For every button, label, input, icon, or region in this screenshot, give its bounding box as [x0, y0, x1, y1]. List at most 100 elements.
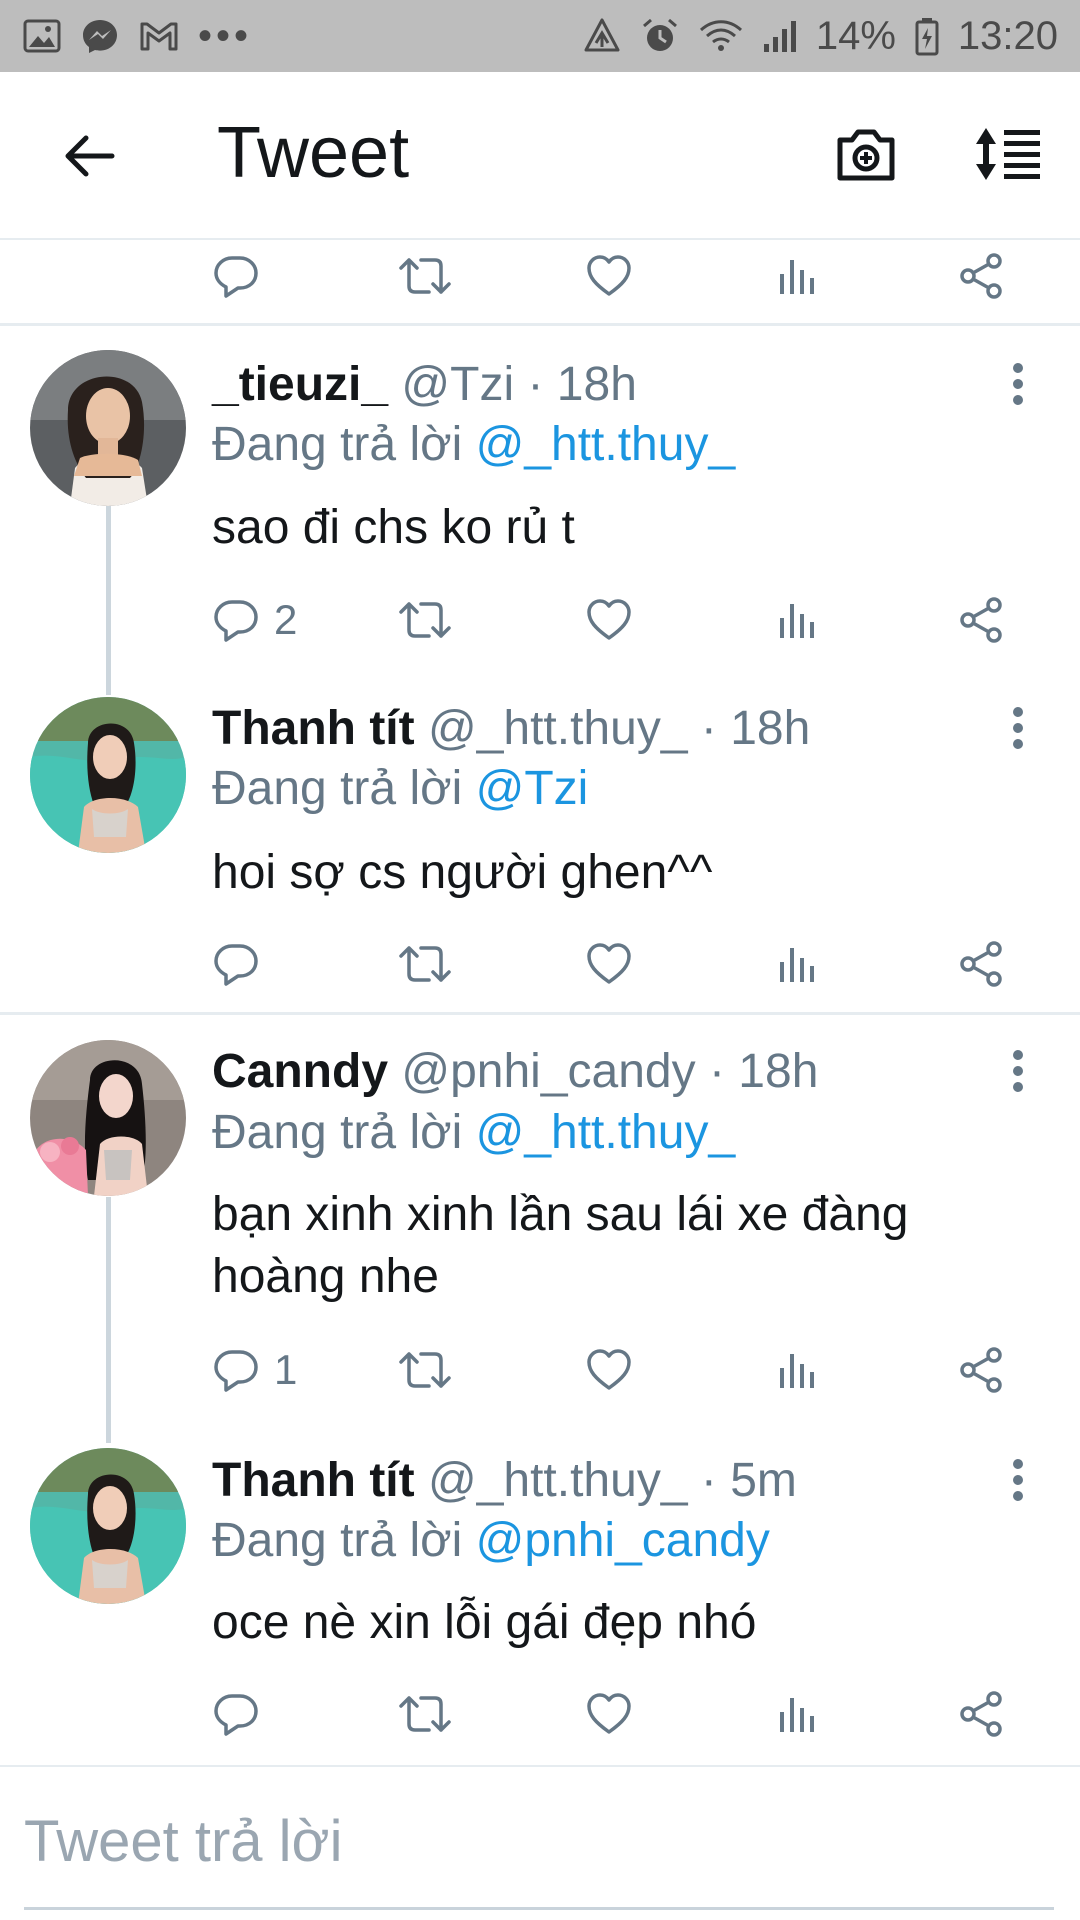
sort-icon	[976, 128, 1040, 180]
replying-to-label: Đang trả lời	[212, 762, 463, 815]
tweet-text: bạn xinh xinh lần sau lái xe đàng hoàng …	[212, 1188, 909, 1303]
separator-dot: ·	[700, 1454, 717, 1507]
tweet-header: Thanh tít @_htt.thuy_ · 18h	[212, 700, 810, 758]
like-icon	[587, 599, 631, 640]
like-button[interactable]	[585, 1340, 633, 1400]
analytics-button[interactable]	[772, 1684, 820, 1744]
more-vertical-icon	[1013, 1050, 1023, 1092]
reply-button[interactable]: 1	[212, 1340, 297, 1400]
reply-icon	[214, 600, 258, 642]
analytics-button[interactable]	[772, 590, 820, 650]
mention-link[interactable]: @_htt.thuy_	[476, 418, 736, 471]
avatar-image	[30, 1448, 186, 1604]
analytics-icon	[780, 1698, 814, 1732]
sort-button[interactable]	[966, 116, 1050, 192]
status-bar-right: 14% 13:20	[582, 0, 1058, 72]
more-vertical-icon	[1013, 1459, 1023, 1501]
retweet-button[interactable]	[397, 1684, 453, 1744]
display-name[interactable]: Canndy	[212, 1045, 388, 1098]
timestamp[interactable]: 18h	[738, 1045, 818, 1098]
timestamp[interactable]: 18h	[730, 702, 810, 755]
like-icon	[587, 1349, 631, 1390]
alarm-icon	[640, 0, 680, 72]
replying-to: Đang trả lời @Tzi	[212, 760, 588, 818]
share-button[interactable]	[958, 934, 1006, 994]
messenger-icon	[80, 0, 120, 72]
mention-link[interactable]: @pnhi_candy	[476, 1514, 770, 1567]
battery-percent: 14%	[815, 13, 896, 58]
more-options-button[interactable]	[1000, 1041, 1036, 1101]
like-icon	[587, 255, 631, 296]
more-vertical-icon	[1013, 707, 1023, 749]
more-options-button[interactable]	[1000, 354, 1036, 414]
more-options-button[interactable]	[1000, 1450, 1036, 1510]
share-button[interactable]	[958, 246, 1006, 306]
display-name[interactable]: Thanh tít	[212, 1454, 415, 1507]
retweet-button[interactable]	[397, 246, 453, 306]
reply-composer	[0, 1765, 1080, 1920]
replying-to: Đang trả lời @_htt.thuy_	[212, 416, 735, 474]
tweet-text: sao đi chs ko rủ t	[212, 501, 575, 554]
user-handle[interactable]: @_htt.thuy_	[428, 702, 688, 755]
avatar[interactable]	[30, 1040, 186, 1196]
share-icon	[960, 1691, 1002, 1737]
reply-button[interactable]	[212, 1684, 260, 1744]
divider	[0, 1012, 1080, 1015]
like-icon	[587, 943, 631, 984]
share-button[interactable]	[958, 590, 1006, 650]
mention-link[interactable]: @Tzi	[476, 762, 589, 815]
timestamp[interactable]: 5m	[730, 1454, 797, 1507]
reply-icon	[214, 1694, 258, 1736]
tweet-actions	[0, 1684, 1080, 1744]
timestamp[interactable]: 18h	[557, 358, 637, 411]
display-name[interactable]: Thanh tít	[212, 702, 415, 755]
separator-dot: ·	[700, 702, 717, 755]
retweet-button[interactable]	[397, 934, 453, 994]
display-name[interactable]: _tieuzi_	[212, 358, 388, 411]
retweet-button[interactable]	[397, 590, 453, 650]
camera-add-icon	[837, 129, 895, 181]
like-button[interactable]	[585, 1684, 633, 1744]
user-handle[interactable]: @pnhi_candy	[401, 1045, 695, 1098]
like-button[interactable]	[585, 246, 633, 306]
user-handle[interactable]: @_htt.thuy_	[428, 1454, 688, 1507]
analytics-icon	[780, 604, 814, 638]
avatar[interactable]	[30, 1448, 186, 1604]
mention-link[interactable]: @_htt.thuy_	[476, 1106, 736, 1159]
share-button[interactable]	[958, 1340, 1006, 1400]
battery-icon	[914, 0, 940, 72]
like-button[interactable]	[585, 934, 633, 994]
analytics-button[interactable]	[772, 934, 820, 994]
share-icon	[960, 597, 1002, 643]
reply-button[interactable]	[212, 934, 260, 994]
more-vertical-icon	[1013, 363, 1023, 405]
clock: 13:20	[957, 13, 1058, 58]
reply-icon	[214, 944, 258, 986]
reply-input[interactable]	[24, 1793, 1054, 1889]
reply-count: 2	[274, 596, 298, 643]
reply-button[interactable]: 2	[212, 590, 297, 650]
user-handle[interactable]: @Tzi	[401, 358, 514, 411]
analytics-button[interactable]	[772, 1340, 820, 1400]
camera-button[interactable]	[828, 116, 904, 192]
replying-to-label: Đang trả lời	[212, 1106, 463, 1159]
tweet-text: oce nè xin lỗi gái đẹp nhó	[212, 1596, 757, 1649]
reply-icon	[214, 1350, 258, 1392]
share-icon	[960, 1347, 1002, 1393]
data-saver-icon	[582, 0, 622, 72]
input-underline	[24, 1907, 1054, 1910]
more-options-button[interactable]	[1000, 698, 1036, 758]
reply-count: 1	[274, 1346, 298, 1393]
retweet-button[interactable]	[397, 1340, 453, 1400]
analytics-button[interactable]	[772, 246, 820, 306]
like-button[interactable]	[585, 590, 633, 650]
reply-button[interactable]	[212, 246, 260, 306]
tweet-actions: 1	[0, 1340, 1080, 1400]
back-button[interactable]	[52, 120, 124, 192]
avatar[interactable]	[30, 350, 186, 506]
share-button[interactable]	[958, 1684, 1006, 1744]
separator-dot: ·	[527, 358, 544, 411]
replying-to: Đang trả lời @pnhi_candy	[212, 1512, 770, 1570]
avatar[interactable]	[30, 697, 186, 853]
avatar-image	[30, 697, 186, 853]
